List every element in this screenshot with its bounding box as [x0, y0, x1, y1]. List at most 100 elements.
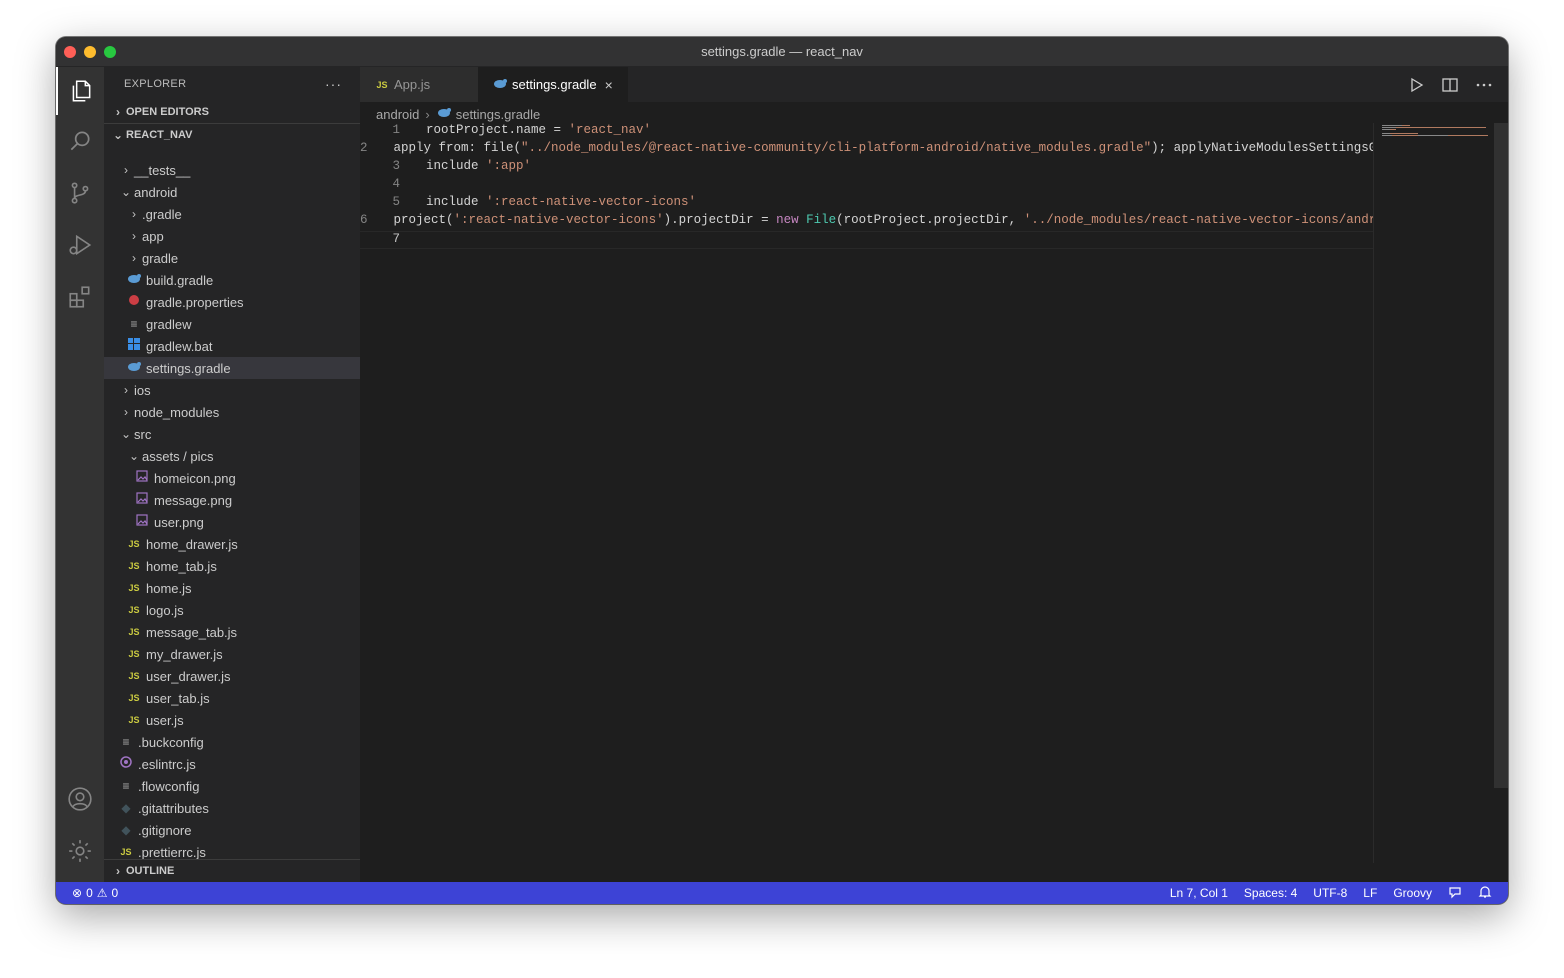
tree-file[interactable]: JS home_drawer.js [104, 533, 360, 555]
code-line[interactable]: 3 include ':app' [360, 159, 1373, 177]
tree-file[interactable]: settings.gradle [104, 357, 360, 379]
problems-indicator[interactable]: ⊗ 0 ⚠ 0 [72, 886, 118, 900]
end-of-line[interactable]: LF [1363, 886, 1377, 900]
minimap[interactable] [1373, 123, 1494, 863]
tree-folder[interactable]: › gradle [104, 247, 360, 269]
warning-count: 0 [111, 886, 119, 900]
extensions-icon[interactable] [56, 273, 104, 321]
project-section[interactable]: ⌄ REACT_NAV [104, 123, 360, 146]
vertical-scrollbar[interactable] [1494, 123, 1508, 788]
indentation[interactable]: Spaces: 4 [1244, 886, 1297, 900]
tree-file[interactable]: gradle.properties [104, 291, 360, 313]
tree-folder[interactable]: ⌄ assets / pics [104, 445, 360, 467]
more-actions-icon[interactable]: ··· [325, 76, 342, 92]
tree-item-label: .buckconfig [138, 734, 204, 750]
tree-file[interactable]: build.gradle [104, 269, 360, 291]
encoding[interactable]: UTF-8 [1313, 886, 1347, 900]
tree-item-label: gradle [142, 250, 179, 266]
close-tab-icon[interactable]: × [605, 77, 613, 93]
feedback-icon[interactable] [1448, 885, 1462, 902]
tree-file[interactable]: ≡ .buckconfig [104, 731, 360, 753]
tree-file[interactable]: JS user_drawer.js [104, 665, 360, 687]
code-token: ); applyNativeModulesSettingsG [1151, 141, 1373, 155]
line-number: 1 [392, 123, 400, 137]
code-line[interactable]: 6 project(':react-native-vector-icons').p… [360, 213, 1373, 231]
tree-folder[interactable]: › node_modules [104, 401, 360, 423]
breadcrumb-file[interactable]: settings.gradle [456, 107, 541, 122]
tree-file[interactable]: JS home_tab.js [104, 555, 360, 577]
tree-file[interactable]: gradlew.bat [104, 335, 360, 357]
chevron-down-icon: ⌄ [112, 128, 124, 142]
gradle-elephant-icon [126, 360, 142, 376]
outline-section[interactable]: › OUTLINE [104, 859, 360, 882]
language-mode[interactable]: Groovy [1393, 886, 1432, 900]
tree-file[interactable]: JS my_drawer.js [104, 643, 360, 665]
window-title: settings.gradle — react_nav [701, 44, 863, 59]
run-icon[interactable] [1406, 75, 1426, 95]
tree-file[interactable]: homeicon.png [104, 467, 360, 489]
tab-app-js[interactable]: JS App.js [360, 67, 478, 102]
tree-item-label: settings.gradle [146, 360, 231, 376]
warning-icon: ⚠ [96, 886, 108, 900]
tree-file[interactable]: JS user.js [104, 709, 360, 731]
tree-folder[interactable]: › ios [104, 379, 360, 401]
tab-settings-gradle[interactable]: settings.gradle × [478, 67, 628, 102]
code-token: ':react-native-vector-icons' [453, 213, 664, 227]
tree-folder[interactable]: ⌄ src [104, 423, 360, 445]
tree-file[interactable]: ◆ .gitattributes [104, 797, 360, 819]
code-line[interactable]: 5 include ':react-native-vector-icons' [360, 195, 1373, 213]
tree-item-label: user_tab.js [146, 690, 210, 706]
manage-gear-icon[interactable] [56, 827, 104, 875]
tree-file[interactable]: JS message_tab.js [104, 621, 360, 643]
code-token: include [426, 195, 487, 209]
tree-item-label: message.png [154, 492, 233, 508]
tree-folder[interactable]: › __tests__ [104, 159, 360, 181]
tree-item-label: build.gradle [146, 272, 214, 288]
tree-file[interactable]: JS logo.js [104, 599, 360, 621]
title-bar: settings.gradle — react_nav [56, 37, 1508, 67]
tree-folder[interactable]: ⌄ android [104, 181, 360, 203]
code-line[interactable]: 4 [360, 177, 1373, 195]
breadcrumb-folder[interactable]: android [376, 107, 419, 122]
tree-folder[interactable]: › app [104, 225, 360, 247]
code-line[interactable]: 2 apply from: file("../node_modules/@reac… [360, 141, 1373, 159]
source-control-icon[interactable] [56, 169, 104, 217]
text-file-icon: ≡ [122, 779, 130, 793]
tree-item-label: android [134, 184, 178, 200]
image-file-icon [134, 514, 150, 530]
tree-file[interactable]: JS .prettierrc.js [104, 841, 360, 860]
activity-bar [56, 67, 104, 882]
js-file-icon: JS [120, 847, 132, 857]
search-icon[interactable] [56, 117, 104, 165]
tree-folder[interactable]: › .gradle [104, 203, 360, 225]
notifications-bell-icon[interactable] [1478, 885, 1492, 902]
split-editor-icon[interactable] [1440, 75, 1460, 95]
account-icon[interactable] [56, 775, 104, 823]
code-token: ).projectDir = [663, 213, 777, 227]
tree-file[interactable]: ≡ gradlew [104, 313, 360, 335]
open-editors-section[interactable]: › OPEN EDITORS [104, 101, 360, 123]
code-line[interactable]: 7 [360, 231, 1373, 249]
tree-item-label: src [134, 426, 152, 442]
tree-file[interactable]: .eslintrc.js [104, 753, 360, 775]
code-token: apply from: file( [393, 141, 522, 155]
line-number: 4 [392, 177, 400, 191]
line-text: include ':app' [426, 159, 531, 177]
js-file-icon: JS [128, 627, 140, 637]
explorer-icon[interactable] [56, 67, 104, 115]
tree-file[interactable]: JS home.js [104, 577, 360, 599]
tree-file[interactable]: ≡ .flowconfig [104, 775, 360, 797]
more-actions-icon[interactable] [1474, 75, 1494, 95]
tree-item-label: home_tab.js [146, 558, 217, 574]
tree-file[interactable]: ◆ .gitignore [104, 819, 360, 841]
code-editor[interactable]: 1 rootProject.name = 'react_nav' 2 apply fr… [360, 123, 1373, 823]
tree-file[interactable]: JS user_tab.js [104, 687, 360, 709]
tree-file[interactable]: user.png [104, 511, 360, 533]
run-debug-icon[interactable] [56, 221, 104, 269]
code-line[interactable]: 1 rootProject.name = 'react_nav' [360, 123, 1373, 141]
tree-file[interactable]: message.png [104, 489, 360, 511]
outline-label: OUTLINE [126, 865, 175, 877]
code-token: new [776, 213, 799, 227]
cursor-position[interactable]: Ln 7, Col 1 [1170, 886, 1228, 900]
tab-label: App.js [394, 77, 431, 92]
